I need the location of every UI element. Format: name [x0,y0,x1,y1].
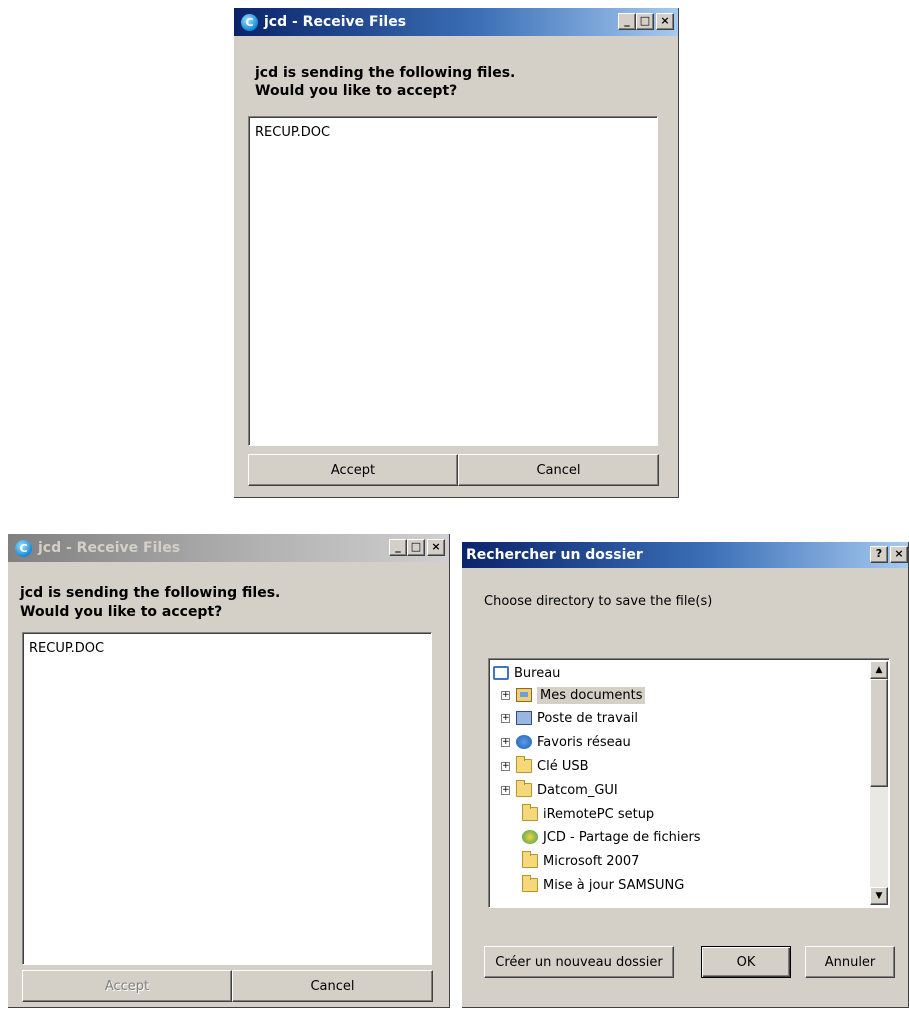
receive-files-dialog-inactive: C jcd - Receive Files _ □ × jcd is sendi… [8,534,450,1008]
tree-item-favoris-reseau[interactable]: + Favoris réseau [501,731,631,753]
message-line-2: Would you like to accept? [20,604,223,620]
cancel-button[interactable]: Annuler [805,946,895,978]
message-line-1: jcd is sending the following files. [255,65,516,81]
tree-item-mes-documents[interactable]: + Mes documents [501,684,646,706]
window-title: jcd - Receive Files [264,14,407,30]
accept-button[interactable]: Accept [248,454,458,486]
scroll-up-button[interactable]: ▲ [870,661,888,679]
minimize-button[interactable]: _ [389,539,407,556]
tree-item-label: Bureau [514,665,561,681]
file-list[interactable]: RECUP.DOC [22,632,432,965]
tree-item-label: Favoris réseau [537,734,631,750]
title-bar[interactable]: C jcd - Receive Files _ □ × [8,534,449,562]
maximize-button[interactable]: □ [636,13,654,30]
tree-item-label: Mes documents [537,686,646,704]
close-button[interactable]: × [427,539,445,556]
title-bar[interactable]: C jcd - Receive Files _ □ × [234,8,678,36]
my-documents-icon [516,688,532,702]
window-title: jcd - Receive Files [38,540,181,556]
desktop-icon [493,666,509,680]
computer-icon [516,711,532,725]
tree-item-iremotepc-setup[interactable]: iRemotePC setup [522,803,654,825]
new-folder-button[interactable]: Créer un nouveau dossier [484,946,674,978]
folder-icon [522,875,538,892]
tree-item-label: Clé USB [537,758,589,774]
network-icon [516,735,532,749]
tree-item-datcom-gui[interactable]: + Datcom_GUI [501,779,618,801]
window-title: Rechercher un dossier [466,547,643,563]
tree-item-bureau[interactable]: Bureau [493,662,560,684]
cancel-button[interactable]: Cancel [458,454,659,486]
folder-icon [522,804,538,821]
tree-item-label: Microsoft 2007 [543,853,640,869]
message-line-2: Would you like to accept? [255,83,458,99]
close-button[interactable]: × [890,546,908,563]
minimize-button[interactable]: _ [618,13,636,30]
maximize-button[interactable]: □ [407,539,425,556]
message-line-1: jcd is sending the following files. [20,585,281,601]
tree-item-poste-de-travail[interactable]: + Poste de travail [501,707,638,729]
tree-scrollbar[interactable]: ▲ ▼ [870,661,888,905]
folder-tree[interactable]: Bureau + Mes documents + Poste de travai… [488,658,890,908]
app-icon: C [15,539,32,557]
accept-button[interactable]: Accept [22,970,232,1002]
tree-item-cle-usb[interactable]: + Clé USB [501,755,589,777]
receive-files-dialog: C jcd - Receive Files _ □ × jcd is sendi… [234,8,679,498]
file-list[interactable]: RECUP.DOC [248,116,658,446]
tree-item-jcd-partage[interactable]: JCD - Partage de fichiers [522,826,701,848]
title-bar[interactable]: Rechercher un dossier ? × [462,542,908,568]
tree-item-mise-a-jour-samsung[interactable]: Mise à jour SAMSUNG [522,874,684,896]
app-icon: C [241,13,258,31]
close-button[interactable]: × [656,13,674,30]
tree-item-label: iRemotePC setup [543,806,655,822]
tree-item-label: JCD - Partage de fichiers [543,829,701,845]
window-controls: _ □ × [618,13,674,30]
scroll-thumb[interactable] [870,679,888,787]
folder-icon [522,851,538,868]
expand-icon[interactable]: + [501,737,510,747]
window-controls: ? × [870,546,908,563]
scroll-down-button[interactable]: ▼ [870,887,888,905]
cancel-button[interactable]: Cancel [232,970,433,1002]
help-button[interactable]: ? [870,546,888,563]
file-item[interactable]: RECUP.DOC [255,125,330,140]
file-item[interactable]: RECUP.DOC [29,641,104,656]
expand-icon[interactable]: + [501,761,510,771]
folder-icon [516,780,532,797]
window-controls: _ □ × [389,539,445,556]
folder-icon [516,756,532,773]
tree-item-label: Datcom_GUI [537,782,618,798]
app-icon [522,830,538,844]
expand-icon[interactable]: + [501,690,510,700]
tree-item-label: Mise à jour SAMSUNG [543,877,685,893]
tree-item-microsoft-2007[interactable]: Microsoft 2007 [522,850,639,872]
browse-folder-dialog: Rechercher un dossier ? × Choose directo… [462,542,909,1008]
expand-icon[interactable]: + [501,785,510,795]
ok-button[interactable]: OK [701,946,791,978]
expand-icon[interactable]: + [501,713,510,723]
dialog-prompt: Choose directory to save the file(s) [484,594,713,609]
tree-item-label: Poste de travail [537,710,639,726]
